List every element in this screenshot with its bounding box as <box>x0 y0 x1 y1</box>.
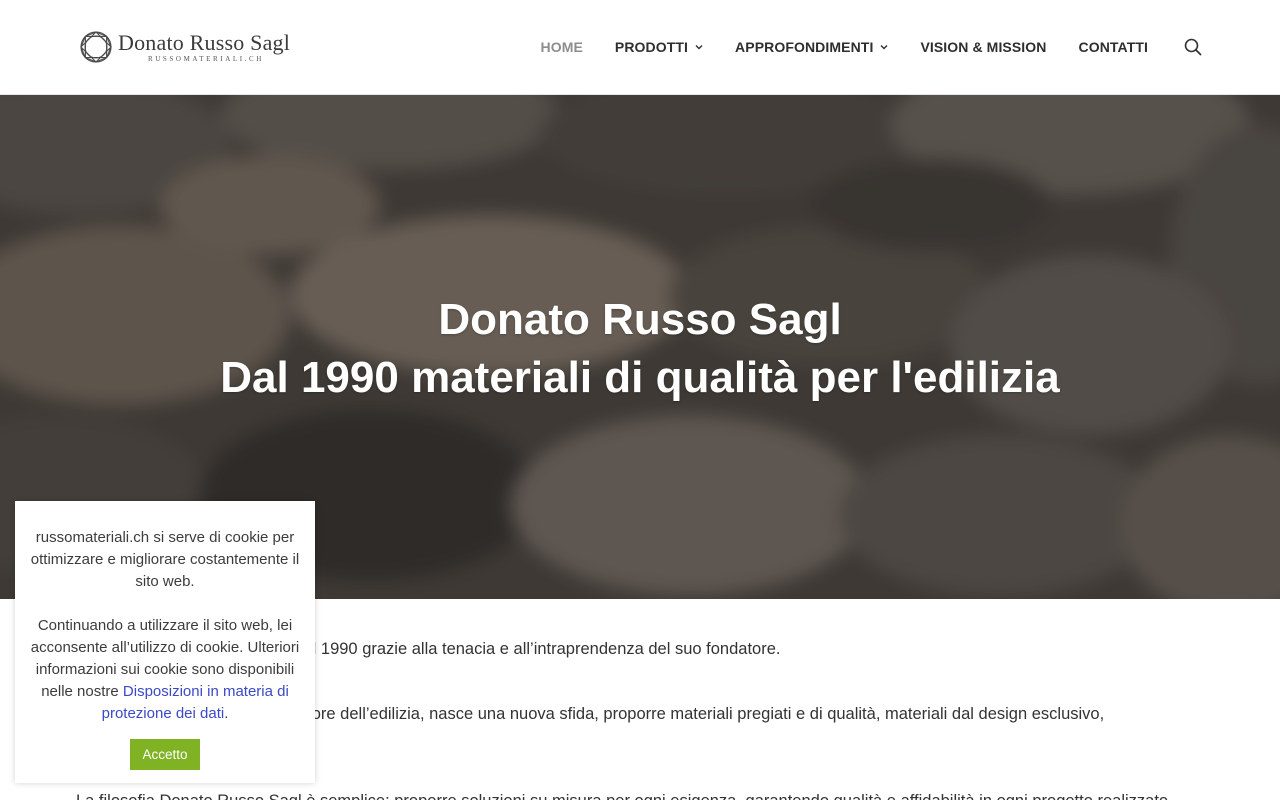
hero-title: Donato Russo Sagl Dal 1990 materiali di … <box>0 291 1280 407</box>
nav-item-contatti[interactable]: CONTATTI <box>1079 39 1149 55</box>
cookie-text-1: russomateriali.ch si serve di cookie per… <box>30 529 300 590</box>
hero-title-line2: Dal 1990 materiali di qualità per l'edil… <box>220 353 1060 402</box>
main-nav: HOME PRODOTTI APPROFONDIMENTI VISION & M… <box>509 0 1203 94</box>
logo-subtitle: RUSSOMATERIALI.CH <box>148 54 264 63</box>
chevron-down-icon <box>880 45 888 50</box>
cookie-text-2: Continuando a utilizzare il sito web, le… <box>30 617 300 722</box>
nav-item-label: HOME <box>540 39 583 55</box>
nav-item-vision-mission[interactable]: VISION & MISSION <box>920 39 1046 55</box>
intro-paragraph-3: La filosofia Donato Russo Sagl è semplic… <box>76 787 1173 800</box>
nav-item-label: APPROFONDIMENTI <box>735 39 874 55</box>
hero-title-line1: Donato Russo Sagl <box>438 295 842 344</box>
cookie-banner: russomateriali.ch si serve di cookie per… <box>15 501 315 783</box>
nav-item-prodotti[interactable]: PRODOTTI <box>615 39 703 55</box>
nav-item-label: PRODOTTI <box>614 39 689 55</box>
privacy-policy-link[interactable]: Disposizioni in materia di protezione de… <box>102 683 289 722</box>
logo-mark-icon <box>80 31 112 63</box>
nav-item-approfondimenti[interactable]: APPROFONDIMENTI <box>735 39 888 55</box>
nav-item-label: CONTATTI <box>1078 39 1148 55</box>
nav-item-home[interactable]: HOME <box>541 39 583 55</box>
site-header: Donato Russo Sagl RUSSOMATERIALI.CH HOME… <box>0 0 1280 95</box>
site-logo[interactable]: Donato Russo Sagl RUSSOMATERIALI.CH <box>78 27 290 67</box>
chevron-down-icon <box>695 45 703 50</box>
nav-item-label: VISION & MISSION <box>920 39 1047 55</box>
logo-name: Donato Russo Sagl <box>118 29 291 55</box>
search-icon[interactable] <box>1184 38 1202 56</box>
cookie-accept-button[interactable]: Accetto <box>130 739 200 770</box>
